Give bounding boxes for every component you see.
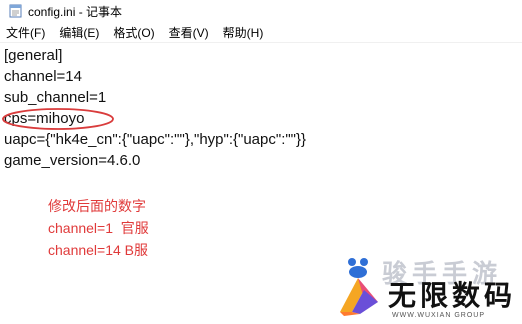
editor-line-general: [general] bbox=[4, 47, 63, 64]
editor-line-channel: channel=14 bbox=[4, 68, 82, 85]
annotation-official: channel=1 官服 bbox=[48, 220, 149, 236]
annotation-heading: 修改后面的数字 bbox=[48, 198, 146, 214]
editor-line-uapc: uapc={"hk4e_cn":{"uapc":""},"hyp":{"uapc… bbox=[4, 131, 307, 148]
menu-format[interactable]: 格式(O) bbox=[113, 24, 154, 41]
menu-view[interactable]: 查看(V) bbox=[169, 24, 209, 41]
editor-line-sub-channel: sub_channel=1 bbox=[4, 89, 107, 106]
menu-file[interactable]: 文件(F) bbox=[6, 24, 45, 41]
annotation-bilibili: channel=14 B服 bbox=[48, 242, 149, 258]
brand-url: WWW.WUXIAN GROUP bbox=[392, 312, 485, 319]
menu-bar: 文件(F) 编辑(E) 格式(O) 查看(V) 帮助(H) bbox=[0, 23, 522, 43]
highlight-ellipse bbox=[2, 108, 114, 130]
brand-name: 无限数码 bbox=[388, 279, 517, 312]
editor-line-game-version: game_version=4.6.0 bbox=[4, 152, 141, 169]
notepad-icon bbox=[9, 4, 22, 18]
title-bar: config.ini - 记事本 bbox=[0, 0, 522, 22]
menu-edit[interactable]: 编辑(E) bbox=[59, 24, 99, 41]
menu-help[interactable]: 帮助(H) bbox=[223, 24, 264, 41]
brand-logo-icon bbox=[340, 278, 378, 316]
window-title: config.ini - 记事本 bbox=[28, 5, 123, 19]
